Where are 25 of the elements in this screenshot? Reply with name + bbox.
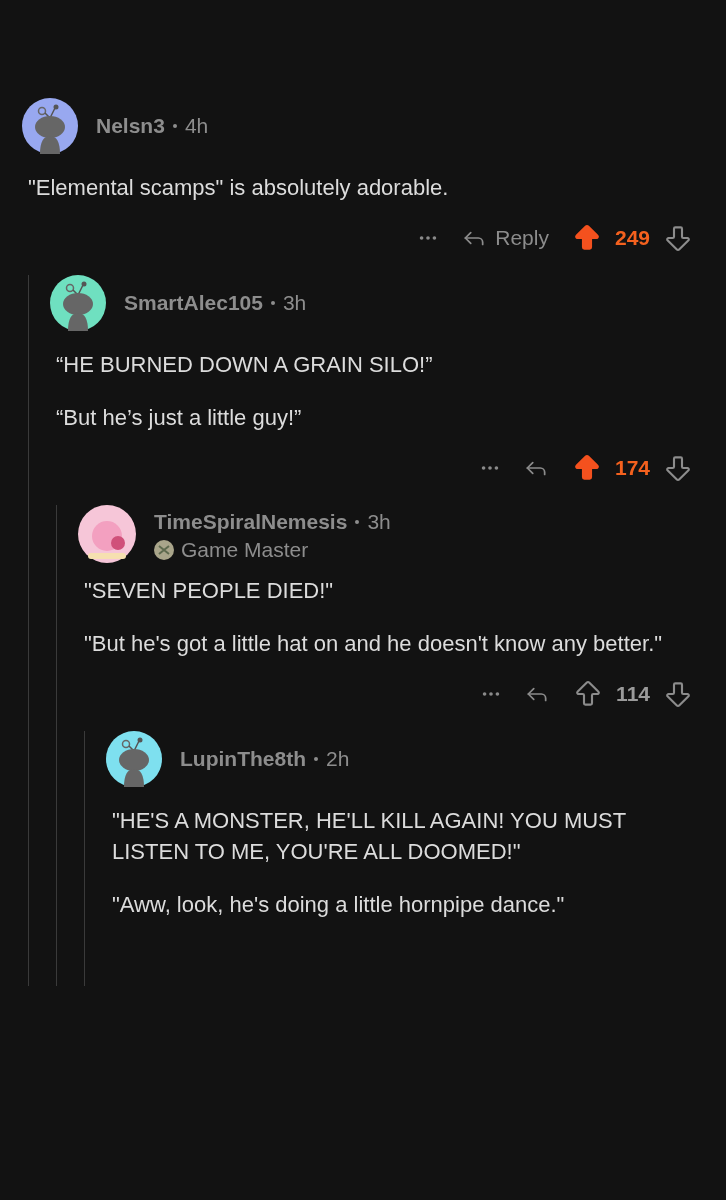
timestamp: 3h [282, 290, 307, 317]
avatar[interactable] [106, 731, 162, 787]
comment-text: "Aww, look, he's doing a little hornpipe dance." [112, 891, 566, 919]
comment-text: "SEVEN PEOPLE DIED!" [84, 577, 335, 605]
user-flair: Game Master [181, 537, 309, 562]
avatar[interactable] [22, 98, 78, 154]
username[interactable]: TimeSpiralNemesis [154, 506, 348, 538]
comment-text: “HE BURNED DOWN A GRAIN SILO!” [56, 351, 434, 379]
vote-score: 249 [614, 225, 650, 252]
timestamp: 4h [184, 113, 209, 140]
comment-text: "But he's got a little hat on and he doesn't know any better." [84, 630, 664, 658]
avatar[interactable] [50, 275, 106, 331]
flair-icon [154, 539, 174, 560]
username[interactable]: SmartAlec105 [124, 287, 263, 319]
username[interactable]: LupinThe8th [180, 743, 306, 775]
timestamp: 3h [367, 509, 391, 536]
username[interactable]: Nelsn3 [96, 110, 165, 142]
reply-button[interactable]: Reply [461, 222, 549, 254]
comment-text: “But he’s just a little guy!” [56, 404, 303, 432]
timestamp: 2h [326, 746, 350, 773]
avatar[interactable] [78, 505, 136, 563]
vote-score: 114 [616, 681, 650, 708]
vote-score: 174 [614, 455, 650, 482]
comment-text: "HE'S A MONSTER, HE'LL KILL AGAIN! YOU MUST LISTEN TO ME, YOU'RE ALL DOOMED!" [112, 807, 627, 866]
comment-text: "Elemental scamps" is absolutely adorable. [28, 174, 450, 202]
